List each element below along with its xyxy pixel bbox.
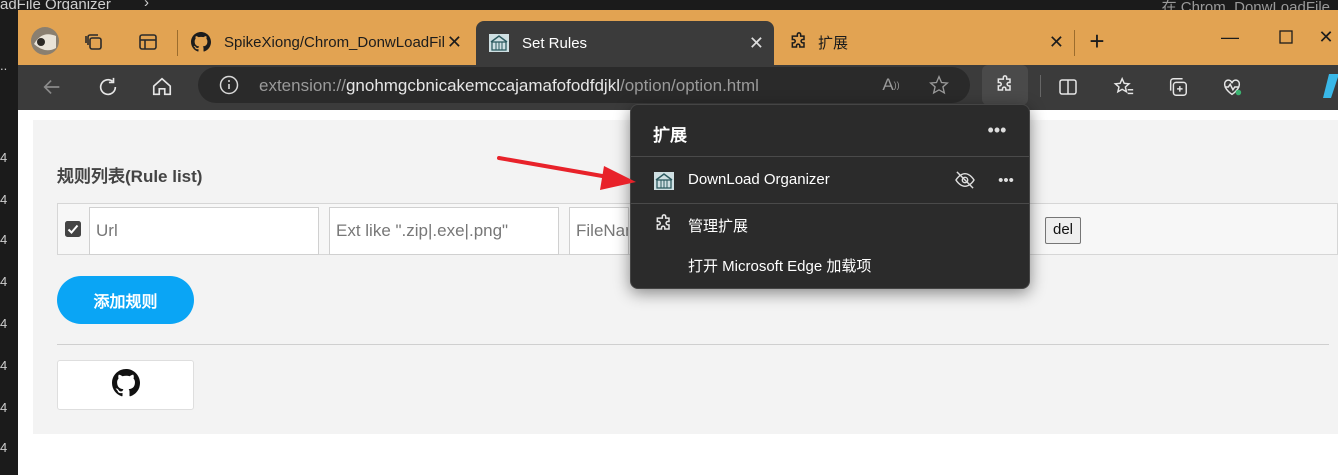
tab-divider (177, 30, 178, 56)
delete-rule-button[interactable]: del (1045, 217, 1082, 244)
collections-icon[interactable] (1164, 73, 1192, 101)
manage-extensions-label: 管理扩展 (688, 218, 749, 235)
favorite-star-icon[interactable] (927, 73, 951, 97)
tab-label: SpikeXiong/Chrom_DonwLoadFil (224, 33, 445, 51)
site-info-icon[interactable] (218, 74, 240, 96)
copilot-icon[interactable] (1322, 71, 1338, 101)
tab-github[interactable]: SpikeXiong/Chrom_DonwLoadFil ✕ (184, 22, 472, 62)
puzzle-icon (788, 31, 810, 53)
close-window-icon[interactable]: ✕ (1314, 24, 1338, 50)
strip-label: 4 (0, 232, 8, 247)
strip-label: 4 (0, 440, 8, 455)
close-tab-icon[interactable]: ✕ (749, 33, 764, 54)
tab-label: 扩展 (818, 34, 849, 52)
strip-label: .. (0, 58, 8, 73)
address-url: extension://gnohmgcbnicakemccajamafofodf… (259, 76, 759, 96)
manage-extensions-item[interactable]: 管理扩展 (631, 204, 1029, 244)
extension-item-label: DownLoad Organizer (688, 171, 830, 188)
maximize-icon[interactable] (1266, 24, 1306, 50)
strip-label: 4 (0, 274, 8, 289)
popup-title: 扩展 (653, 126, 687, 145)
address-bar[interactable]: extension://gnohmgcbnicakemccajamafofodf… (198, 67, 970, 103)
split-screen-icon[interactable] (1054, 73, 1082, 101)
tab-label: Set Rules (522, 34, 588, 52)
home-icon[interactable] (148, 73, 176, 101)
extension-input[interactable]: Ext like ".zip|.exe|.png" (329, 207, 559, 255)
toolbar-divider (1040, 75, 1041, 97)
extensions-popup: 扩展 ••• DownLoad Organizer ••• 管理扩展 打开 Mi… (630, 104, 1030, 289)
github-icon (190, 31, 212, 53)
strip-label: 4 (0, 400, 8, 415)
divider (57, 344, 1329, 345)
url-host: gnohmgcbnicakemccajamafofodfdjkl (345, 76, 620, 95)
github-link-button[interactable] (57, 360, 194, 410)
tab-set-rules[interactable]: Set Rules ✕ (476, 21, 774, 65)
extension-more-icon[interactable]: ••• (993, 169, 1019, 191)
extension-item-download-organizer[interactable]: DownLoad Organizer ••• (631, 157, 1029, 203)
edge-addons-item[interactable]: 打开 Microsoft Edge 加载项 (631, 245, 1029, 283)
url-scheme: extension:// (259, 76, 346, 95)
extensions-button[interactable] (982, 65, 1028, 105)
add-rule-button[interactable]: 添加规则 (57, 276, 194, 324)
rule-list-title: 规则列表(Rule list) (57, 167, 203, 186)
filename-input[interactable]: FileName (569, 207, 629, 255)
refresh-icon[interactable] (94, 73, 122, 101)
strip-label: 4 (0, 358, 8, 373)
tab-extensions[interactable]: 扩展 ✕ (778, 22, 1074, 62)
background-window-left-strip: .. 4 4 4 4 4 4 4 4 (0, 20, 18, 475)
favorites-icon[interactable] (1110, 73, 1138, 101)
url-path: /option/option.html (620, 76, 759, 95)
back-icon[interactable] (38, 73, 66, 101)
rule-enabled-checkbox[interactable] (64, 220, 82, 238)
strip-label: 4 (0, 150, 8, 165)
more-options-icon[interactable]: ••• (983, 119, 1011, 141)
url-input[interactable]: Url (89, 207, 319, 255)
extension-app-icon (653, 170, 675, 192)
extension-app-icon (488, 32, 510, 54)
tab-actions-icon[interactable] (136, 30, 160, 54)
workspaces-icon[interactable] (82, 30, 106, 54)
close-tab-icon[interactable]: ✕ (447, 32, 462, 53)
strip-label: 4 (0, 192, 8, 207)
new-tab-icon[interactable]: + (1084, 26, 1110, 56)
edge-addons-label: 打开 Microsoft Edge 加载项 (688, 258, 872, 275)
hide-from-toolbar-icon[interactable] (953, 169, 977, 191)
close-tab-icon[interactable]: ✕ (1049, 32, 1064, 53)
browser-essentials-icon[interactable] (1218, 73, 1246, 101)
tab-bar: SpikeXiong/Chrom_DonwLoadFil ✕ Set Rules… (18, 10, 1338, 65)
strip-label: 4 (0, 316, 8, 331)
minimize-icon[interactable]: — (1210, 24, 1250, 50)
profile-avatar[interactable] (28, 24, 62, 58)
read-aloud-icon[interactable]: A)) (880, 74, 902, 96)
puzzle-icon (653, 213, 675, 235)
tab-divider (1074, 30, 1075, 56)
github-icon (111, 368, 140, 402)
